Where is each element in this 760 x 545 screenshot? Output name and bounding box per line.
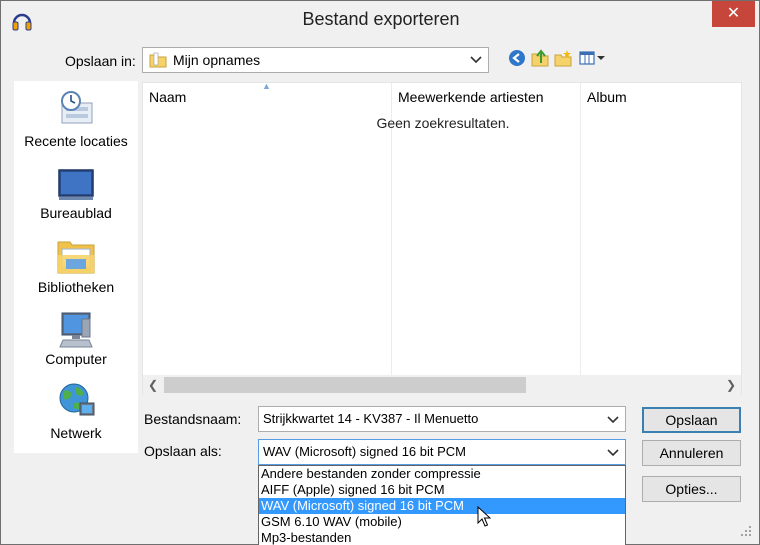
save-in-label: Opslaan in:: [65, 53, 136, 69]
back-icon[interactable]: [508, 49, 526, 67]
dropdown-option-selected[interactable]: WAV (Microsoft) signed 16 bit PCM: [259, 498, 625, 514]
dropdown-option[interactable]: Andere bestanden zonder compressie: [259, 466, 625, 482]
close-icon: ✕: [726, 5, 741, 22]
chevron-down-icon[interactable]: [607, 448, 619, 458]
filename-label: Bestandsnaam:: [144, 411, 242, 427]
place-label: Netwerk: [50, 425, 102, 441]
place-label: Recente locaties: [24, 133, 128, 149]
recent-places-icon: [61, 91, 93, 124]
column-label: Naam: [149, 89, 187, 105]
network-icon: [59, 383, 95, 416]
place-label: Bibliotheken: [37, 279, 115, 295]
column-header-artists[interactable]: Meewerkende artiesten: [392, 83, 580, 111]
save-as-type-label: Opslaan als:: [144, 443, 222, 459]
up-folder-icon[interactable]: [531, 49, 549, 67]
resize-grip-icon[interactable]: [737, 522, 753, 538]
save-as-type-value: WAV (Microsoft) signed 16 bit PCM: [263, 444, 466, 459]
dropdown-option[interactable]: GSM 6.10 WAV (mobile): [259, 514, 625, 530]
export-dialog: Bestand exporteren ✕ Opslaan in: Mijn op…: [0, 0, 760, 545]
column-label: Album: [587, 89, 627, 105]
mouse-pointer-icon: [477, 506, 491, 527]
place-label: Computer: [45, 351, 107, 367]
new-folder-icon[interactable]: [554, 49, 572, 67]
scroll-right-icon[interactable]: ❯: [723, 377, 739, 393]
close-button[interactable]: ✕: [712, 1, 755, 27]
empty-list-message: Geen zoekresultaten.: [376, 115, 510, 131]
save-as-type-select[interactable]: WAV (Microsoft) signed 16 bit PCM: [258, 439, 626, 465]
dropdown-option[interactable]: Mp3-bestanden: [259, 530, 625, 545]
chevron-down-icon: [470, 56, 482, 64]
horizontal-scrollbar[interactable]: ❮ ❯: [143, 375, 741, 395]
save-in-combobox[interactable]: Mijn opnames: [142, 47, 489, 73]
places-bar: Recente locaties Bureaublad Bibliotheken: [14, 81, 138, 453]
options-button[interactable]: Opties...: [642, 476, 741, 502]
window-title: Bestand exporteren: [302, 9, 460, 29]
file-list[interactable]: Naam ▲ Meewerkende artiesten Album Geen …: [142, 81, 742, 395]
save-as-type-dropdown-list[interactable]: Andere bestanden zonder compressie AIFF …: [258, 465, 626, 545]
save-in-value: Mijn opnames: [173, 52, 261, 68]
chevron-down-icon[interactable]: [607, 415, 619, 425]
desktop-icon: [58, 169, 94, 200]
computer-icon: [59, 312, 93, 348]
title-bar[interactable]: Bestand exporteren ✕: [1, 1, 759, 39]
folder-icon: [149, 52, 167, 68]
dropdown-option[interactable]: AIFF (Apple) signed 16 bit PCM: [259, 482, 625, 498]
sort-ascending-icon: ▲: [262, 81, 271, 91]
scroll-left-icon[interactable]: ❮: [145, 377, 161, 393]
save-button[interactable]: Opslaan: [642, 407, 741, 433]
cancel-button[interactable]: Annuleren: [642, 440, 741, 466]
place-label: Bureaublad: [40, 205, 112, 221]
scrollbar-thumb[interactable]: [164, 377, 526, 393]
libraries-icon: [57, 241, 95, 274]
filename-value: Strijkkwartet 14 - KV387 - Il Menuetto: [263, 411, 479, 426]
filename-combobox[interactable]: Strijkkwartet 14 - KV387 - Il Menuetto: [258, 406, 626, 432]
view-menu-icon[interactable]: [579, 49, 607, 67]
column-header-album[interactable]: Album: [581, 83, 741, 111]
column-label: Meewerkende artiesten: [398, 89, 544, 105]
